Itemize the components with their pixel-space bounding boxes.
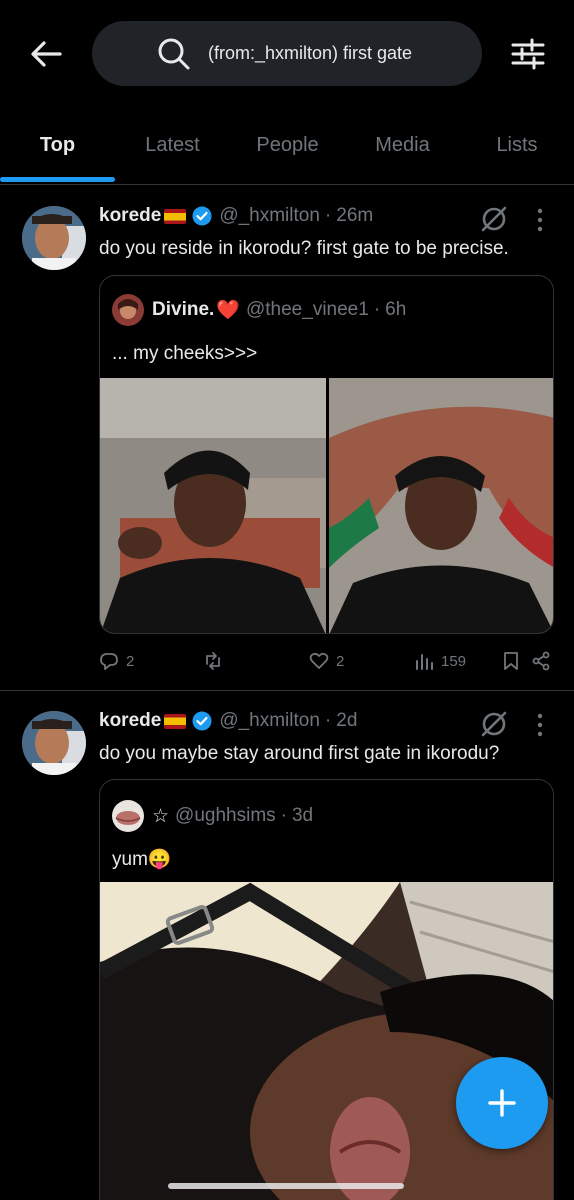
quoted-tweet-header: Divine. ❤️ @thee_vinee1 · 6h	[112, 294, 406, 326]
filter-icon[interactable]	[510, 36, 546, 72]
verified-icon	[192, 206, 212, 226]
spain-flag-icon	[164, 713, 187, 729]
tweet-text: do you maybe stay around first gate in i…	[99, 743, 500, 764]
reply-button[interactable]: 2	[99, 651, 134, 671]
search-bar[interactable]: (from:_hxmilton) first gate	[92, 21, 482, 86]
media-photo[interactable]	[100, 378, 326, 633]
avatar[interactable]	[22, 711, 86, 775]
views-button[interactable]: 159	[414, 651, 466, 671]
share-icon	[532, 651, 550, 671]
repost-button[interactable]	[203, 651, 230, 671]
display-name: ☆	[152, 805, 170, 827]
tab-lists[interactable]: Lists	[460, 134, 574, 157]
avatar[interactable]	[22, 206, 86, 270]
tweet[interactable]: korede @_hxmilton · 26m do you reside in…	[0, 186, 574, 690]
user-handle[interactable]: @_hxmilton	[219, 710, 320, 732]
bookmark-button[interactable]	[501, 651, 528, 671]
reply-icon	[100, 653, 118, 670]
back-arrow-icon[interactable]	[26, 34, 66, 74]
active-tab-indicator	[0, 177, 115, 182]
avatar	[112, 294, 144, 326]
tab-people[interactable]: People	[230, 134, 345, 157]
tab-media[interactable]: Media	[345, 134, 460, 157]
views-icon	[416, 654, 433, 670]
like-count: 2	[336, 652, 345, 670]
tweet-header: korede @_hxmilton · 26m	[99, 205, 373, 227]
spain-flag-icon	[164, 208, 187, 224]
like-button[interactable]: 2	[309, 651, 344, 671]
search-tabs: Top Latest People Media Lists	[0, 120, 574, 185]
separator-dot: ·	[280, 805, 287, 826]
share-button[interactable]	[531, 651, 558, 671]
like-icon	[309, 652, 329, 669]
separator-dot: ·	[324, 205, 332, 226]
quoted-tweet[interactable]: Divine. ❤️ @thee_vinee1 · 6h ... my chee…	[99, 275, 554, 634]
reply-count: 2	[126, 652, 135, 670]
top-bar: (from:_hxmilton) first gate	[0, 0, 574, 110]
timestamp: 6h	[385, 299, 407, 320]
grok-icon[interactable]	[480, 710, 508, 738]
separator-dot: ·	[324, 710, 332, 731]
media-photo[interactable]	[100, 882, 553, 1200]
tweet-actions: 2 2 159	[99, 651, 559, 681]
timestamp[interactable]: 26m	[336, 205, 373, 227]
avatar	[112, 800, 144, 832]
repost-icon	[206, 652, 220, 670]
search-icon	[158, 38, 190, 70]
timestamp[interactable]: 2d	[336, 710, 357, 732]
quoted-tweet-text: ... my cheeks>>>	[112, 343, 258, 364]
display-name: Divine.	[152, 299, 215, 320]
heart-emoji: ❤️	[216, 300, 240, 321]
user-handle: @thee_vinee1	[245, 299, 369, 320]
more-icon[interactable]	[532, 712, 548, 738]
more-icon[interactable]	[532, 207, 548, 233]
search-query[interactable]: (from:_hxmilton) first gate	[208, 43, 412, 64]
compose-icon	[488, 1089, 516, 1117]
media-photo[interactable]	[329, 378, 553, 633]
grok-icon[interactable]	[480, 205, 508, 233]
tweet-header: korede @_hxmilton · 2d	[99, 710, 357, 732]
display-name[interactable]: korede	[99, 710, 161, 732]
tab-latest[interactable]: Latest	[115, 134, 230, 157]
compose-button[interactable]	[456, 1057, 548, 1149]
display-name[interactable]: korede	[99, 205, 161, 227]
user-handle[interactable]: @_hxmilton	[219, 205, 320, 227]
tweet-text: do you reside in ikorodu? first gate to …	[99, 238, 509, 259]
user-handle: @ughhsims	[175, 805, 276, 826]
quoted-tweet-text: yum😛	[112, 849, 172, 870]
bookmark-icon	[504, 652, 518, 670]
separator-dot: ·	[373, 299, 381, 320]
timestamp: 3d	[291, 805, 314, 826]
quoted-tweet-header: ☆ @ughhsims · 3d	[112, 800, 313, 832]
home-indicator[interactable]	[168, 1183, 404, 1189]
verified-icon	[192, 711, 212, 731]
view-count: 159	[441, 652, 467, 670]
tab-top[interactable]: Top	[0, 134, 115, 157]
